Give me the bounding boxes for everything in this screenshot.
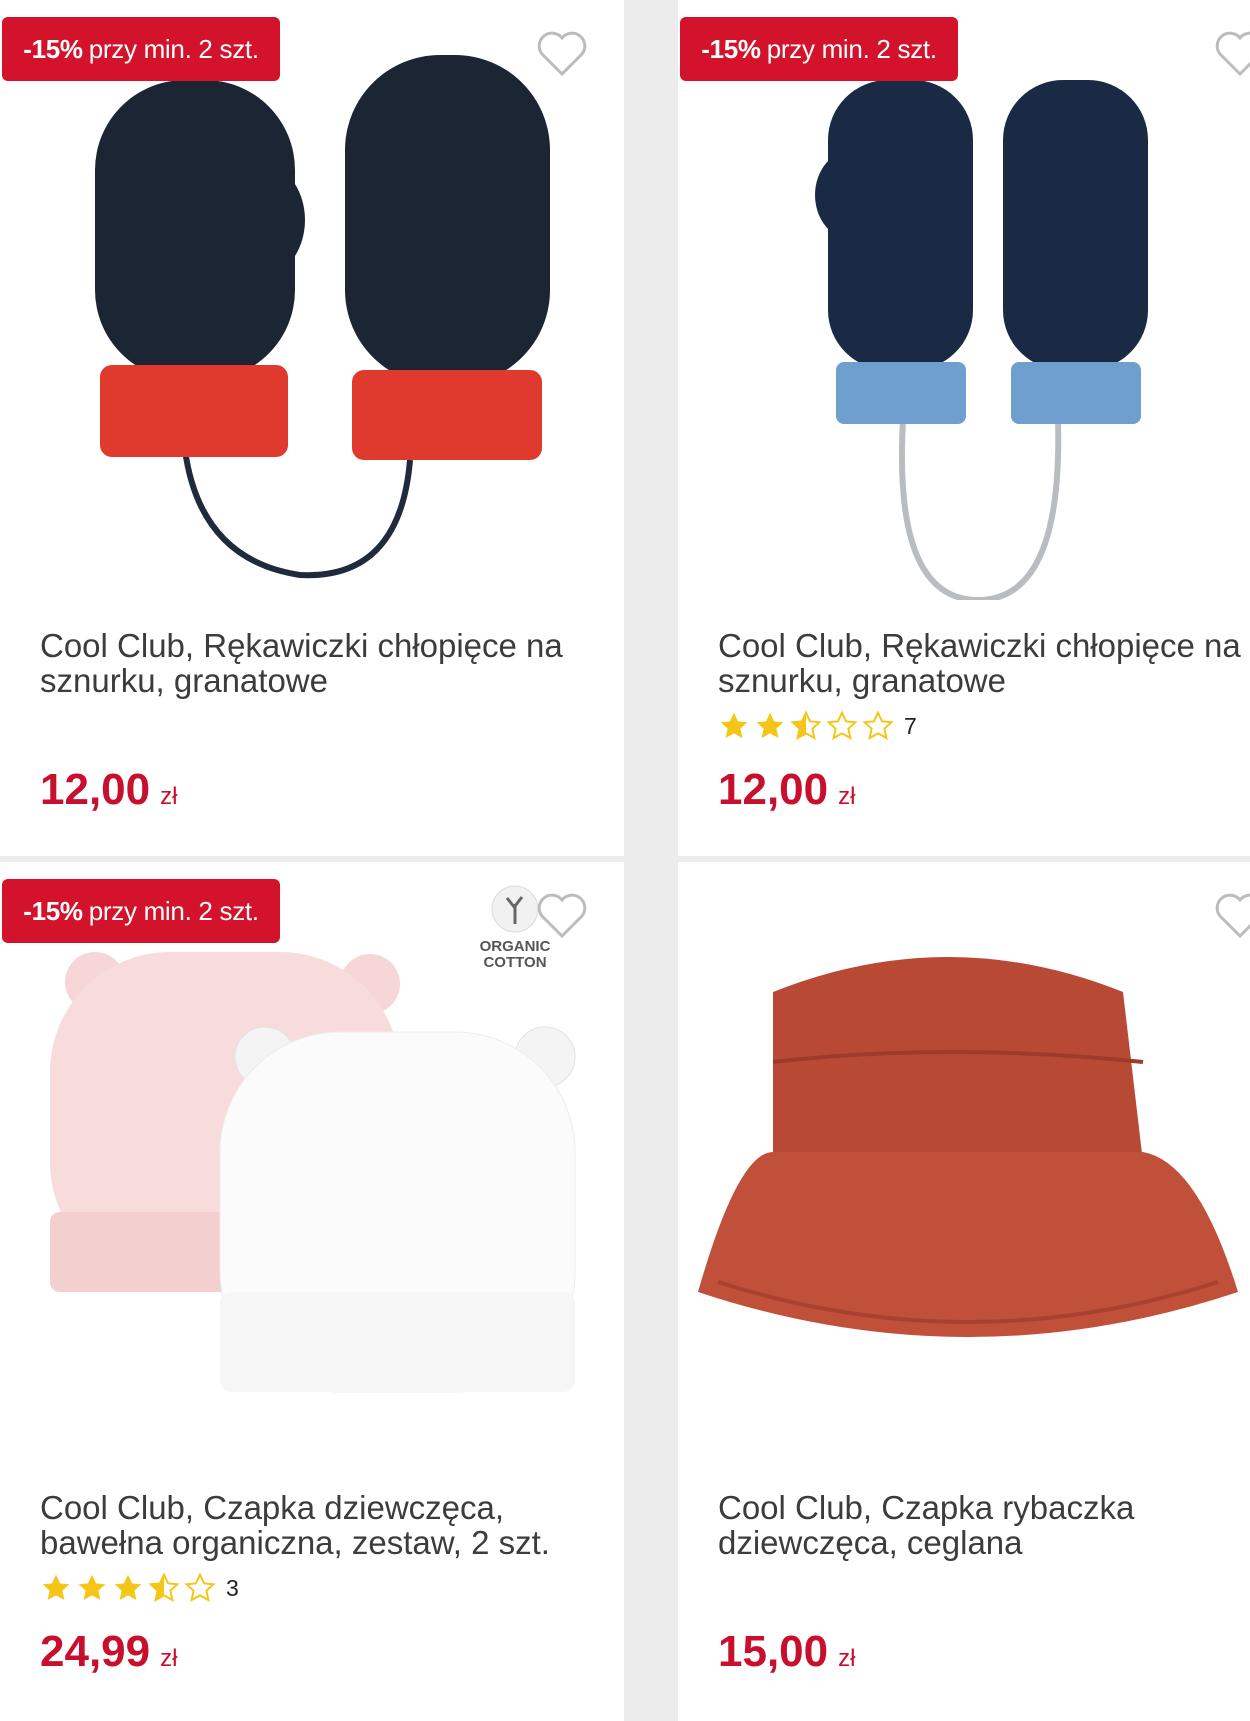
- product-title[interactable]: Cool Club, Czapka rybaczka dziewczęca, c…: [718, 1490, 1250, 1560]
- price-value: 15,00: [718, 1627, 829, 1676]
- price-value: 24,99: [40, 1627, 151, 1676]
- empty-star-icon: [184, 1572, 216, 1602]
- discount-percent: -15%: [23, 33, 83, 64]
- tree-icon: [491, 885, 539, 933]
- product-image[interactable]: [678, 862, 1250, 1462]
- product-card[interactable]: -15% przy min. 2 szt. Cool Club, Rękawic…: [0, 0, 624, 856]
- product-price: 12,00 zł: [40, 765, 177, 815]
- product-card[interactable]: -15% przy min. 2 szt. Cool Club, Rękawic…: [678, 0, 1250, 856]
- discount-badge: -15% przy min. 2 szt.: [2, 879, 280, 943]
- product-title[interactable]: Cool Club, Rękawiczki chłopięce na sznur…: [40, 628, 600, 698]
- discount-badge: -15% przy min. 2 szt.: [2, 17, 280, 81]
- half-star-icon: [790, 710, 822, 740]
- discount-condition: przy min. 2 szt.: [88, 895, 259, 926]
- price-currency: zł: [838, 1645, 856, 1672]
- heart-icon[interactable]: [536, 892, 588, 940]
- heart-icon[interactable]: [1214, 30, 1250, 78]
- rating-count: 3: [226, 1574, 239, 1601]
- half-star-icon: [148, 1572, 180, 1602]
- empty-star-icon: [826, 710, 858, 740]
- product-image[interactable]: [0, 0, 624, 600]
- product-card[interactable]: -15% przy min. 2 szt. ORGANIC COTTON Coo…: [0, 862, 624, 1721]
- discount-percent: -15%: [701, 33, 761, 64]
- product-title[interactable]: Cool Club, Czapka dziewczęca, bawełna or…: [40, 1490, 600, 1560]
- star-icon: [78, 1574, 106, 1600]
- price-value: 12,00: [718, 765, 829, 814]
- price-currency: zł: [838, 783, 856, 810]
- star-icon: [114, 1574, 142, 1600]
- discount-percent: -15%: [23, 895, 83, 926]
- star-icon: [756, 712, 784, 738]
- heart-icon[interactable]: [1214, 892, 1250, 940]
- empty-star-icon: [862, 710, 894, 740]
- product-price: 15,00 zł: [718, 1627, 855, 1677]
- product-card[interactable]: Cool Club, Czapka rybaczka dziewczęca, c…: [678, 862, 1250, 1721]
- discount-condition: przy min. 2 szt.: [766, 33, 937, 64]
- star-icon: [720, 712, 748, 738]
- star-rating: 7: [718, 710, 917, 742]
- heart-icon[interactable]: [536, 30, 588, 78]
- discount-condition: przy min. 2 szt.: [88, 33, 259, 64]
- product-title[interactable]: Cool Club, Rękawiczki chłopięce na sznur…: [718, 628, 1250, 698]
- product-price: 12,00 zł: [718, 765, 855, 815]
- star-rating: 3: [40, 1572, 239, 1604]
- price-currency: zł: [160, 1645, 178, 1672]
- product-image[interactable]: [678, 0, 1250, 600]
- discount-badge: -15% przy min. 2 szt.: [680, 17, 958, 81]
- price-currency: zł: [160, 783, 178, 810]
- star-icon: [42, 1574, 70, 1600]
- rating-count: 7: [904, 712, 917, 739]
- price-value: 12,00: [40, 765, 151, 814]
- organic-cotton-label: ORGANIC COTTON: [479, 938, 551, 971]
- product-price: 24,99 zł: [40, 1627, 177, 1677]
